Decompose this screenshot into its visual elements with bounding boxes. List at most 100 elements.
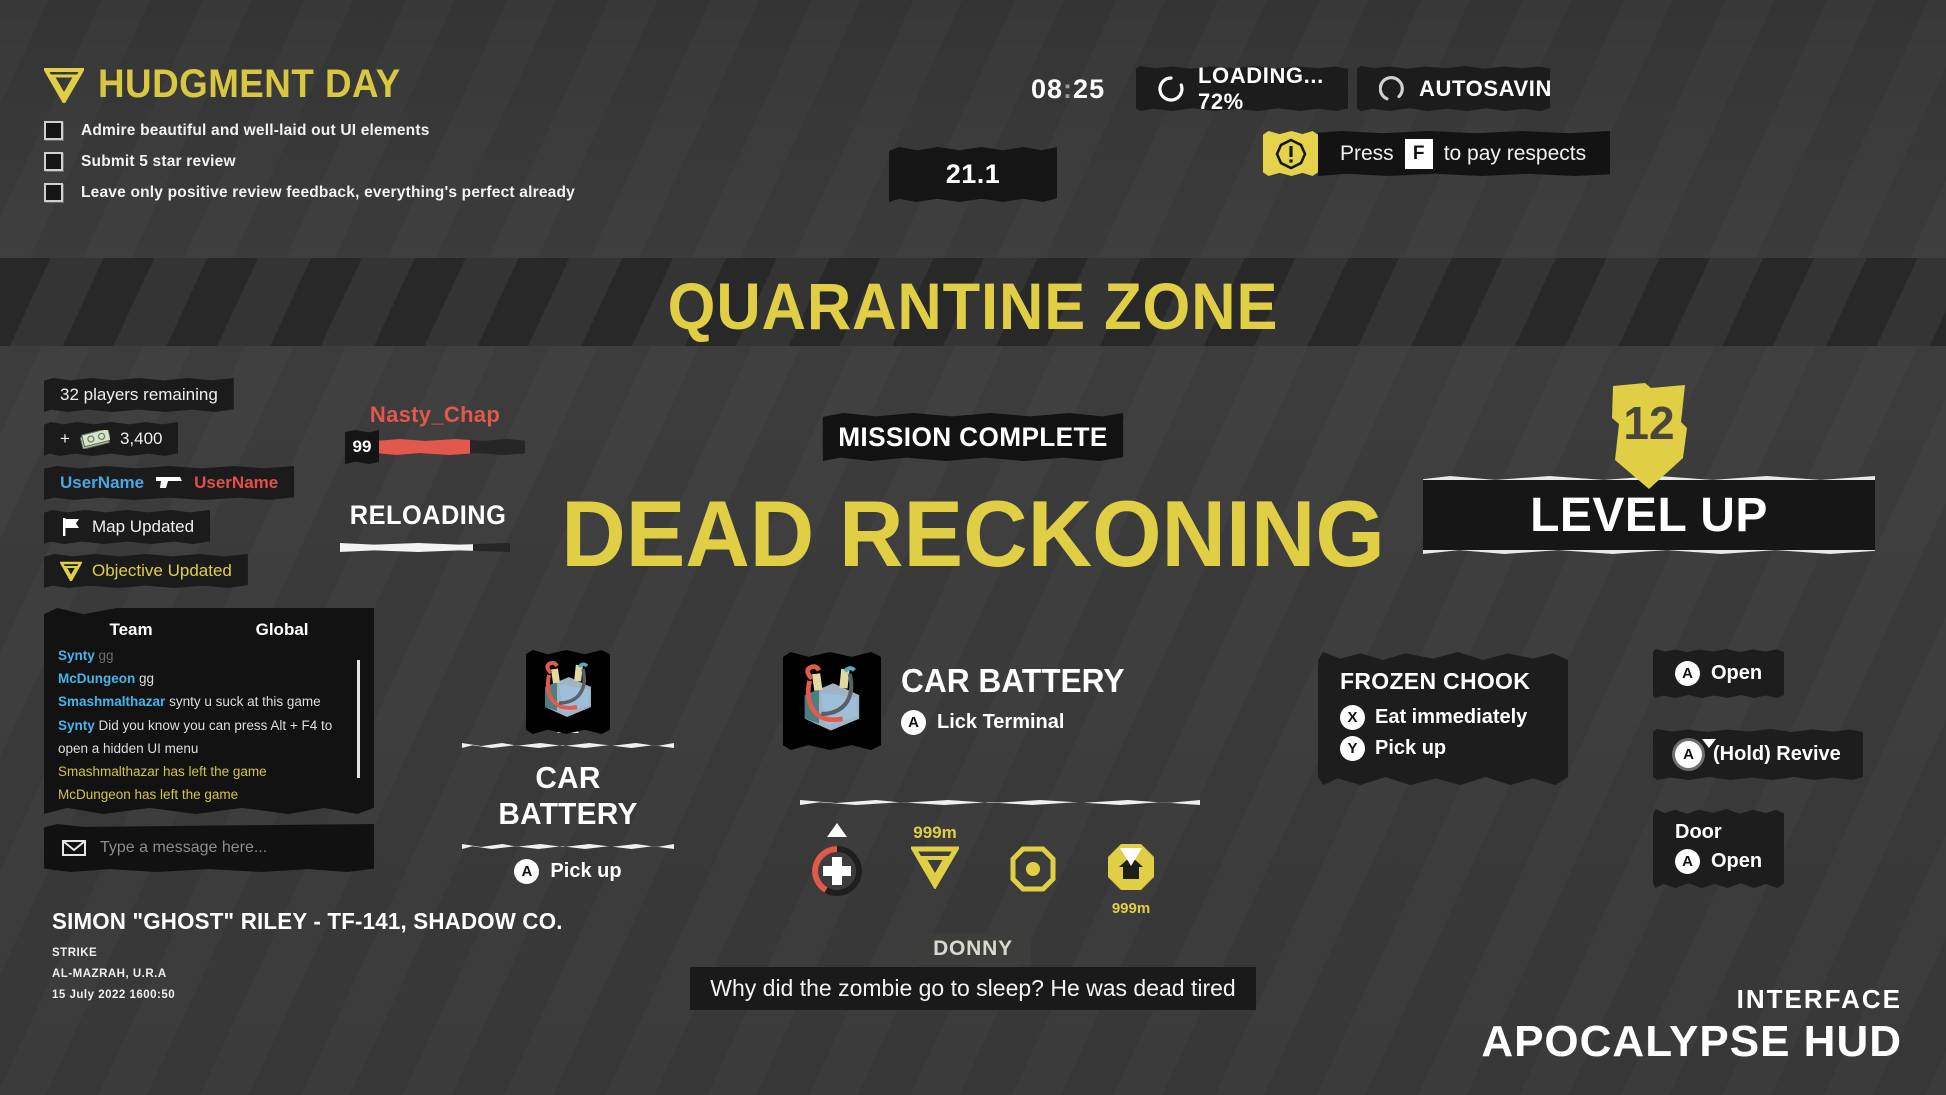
chat-message: Synty Did you know you can press Alt + F…: [58, 714, 360, 760]
divider-bottom: [462, 844, 674, 849]
warning-badge: [1263, 131, 1318, 176]
clock-separator: :: [1063, 74, 1074, 104]
divider-top: [462, 743, 674, 748]
gamepad-a-button-icon[interactable]: A: [1675, 661, 1700, 686]
interaction-text-block: CAR BATTERY A Lick Terminal: [901, 652, 1134, 735]
gamepad-a-button-icon[interactable]: A: [1675, 849, 1700, 874]
objective-item-label: Admire beautiful and well-laid out UI el…: [81, 121, 430, 139]
chat-panel: Team Global Synty gg McDungeon gg Smashm…: [44, 608, 374, 872]
chat-input[interactable]: Type a message here...: [44, 824, 374, 872]
objective-item[interactable]: Leave only positive review feedback, eve…: [44, 183, 664, 202]
gamepad-a-hold-button-icon[interactable]: A: [1675, 741, 1702, 768]
gamepad-a-button-icon[interactable]: A: [901, 710, 926, 735]
notification-currency: + 3,400: [44, 422, 179, 456]
marker-distance-label: 999m: [913, 823, 957, 842]
checkbox-unchecked-icon[interactable]: [44, 121, 63, 140]
enemy-name: Nasty_Chap: [369, 402, 501, 427]
chat-sender: Synty: [58, 648, 95, 663]
car-battery-icon: [783, 652, 881, 750]
chook-option-label: Eat immediately: [1375, 706, 1528, 728]
brand-line-1: INTERFACE: [1736, 984, 1902, 1014]
frozen-chook-prompt[interactable]: FROZEN CHOOK X Eat immediately Y Pick up: [1318, 652, 1568, 785]
subtitle-text: Why did the zombie go to sleep? He was d…: [690, 967, 1256, 1010]
car-battery-glyph: [804, 664, 860, 731]
gamepad-x-button-icon[interactable]: X: [1340, 705, 1365, 730]
prompt-open[interactable]: A Open: [1653, 649, 1785, 698]
loading-status-pill: LOADING... 72%: [1136, 66, 1348, 111]
tab-global[interactable]: Global: [256, 620, 309, 640]
enemy-health-fill: [379, 439, 470, 455]
envelope-icon: [62, 840, 86, 856]
interaction-prompt[interactable]: CAR BATTERY A Lick Terminal: [783, 652, 1203, 750]
compass-marker-home: 999m: [1102, 823, 1160, 917]
chat-sender: Synty: [58, 717, 95, 733]
car-battery-glyph: [545, 661, 591, 717]
subtitle-speaker: DONNY: [915, 933, 1031, 965]
marker-distance-label: 999m: [1111, 900, 1151, 917]
brand-line-2: APOCALYPSE HUD: [1481, 1017, 1902, 1066]
press-f-pre-label: Press: [1340, 141, 1394, 165]
press-f-prompt[interactable]: Press F to pay respects: [1263, 131, 1611, 176]
clock-hours: 08: [1031, 74, 1064, 104]
objective-item[interactable]: Admire beautiful and well-laid out UI el…: [44, 121, 664, 140]
mission-complete-badge: MISSION COMPLETE: [822, 413, 1124, 461]
prompt-revive[interactable]: A (Hold) Revive: [1653, 729, 1863, 780]
enemy-health-row: 99: [345, 430, 525, 464]
chook-option-pickup[interactable]: Y Pick up: [1340, 736, 1546, 761]
chook-title: FROZEN CHOOK: [1340, 668, 1531, 694]
notification-label: 32 players remaining: [60, 385, 218, 404]
chat-system-message: Smashmalthazar has left the game: [58, 764, 267, 780]
objective-title: HUDGMENT DAY: [98, 62, 401, 106]
chat-scrollbar[interactable]: [357, 660, 360, 778]
chat-box: Team Global Synty gg McDungeon gg Smashm…: [44, 608, 374, 814]
keycap-f[interactable]: F: [1404, 138, 1433, 169]
enemy-health-widget: Nasty_Chap 99: [345, 402, 525, 464]
objective-item-label: Submit 5 star review: [81, 152, 236, 170]
alert-exclamation-icon: [1275, 138, 1306, 169]
interaction-action-row[interactable]: A Lick Terminal: [901, 710, 1134, 735]
checkbox-unchecked-icon[interactable]: [44, 152, 63, 171]
chat-text: gg: [98, 648, 114, 663]
damage-number-chip: 21.1: [889, 147, 1057, 202]
gamepad-y-button-icon[interactable]: Y: [1340, 736, 1365, 761]
checkbox-unchecked-icon[interactable]: [44, 183, 63, 202]
compass-marker-objective: 999m: [906, 823, 964, 894]
compass-markers: 999m 999m: [800, 823, 1200, 917]
pickup-item-name: CAR BATTERY: [498, 760, 638, 831]
autosave-spinner-icon: [1379, 75, 1404, 100]
objective-item[interactable]: Submit 5 star review: [44, 152, 664, 171]
autosaving-status-label: AUTOSAVING...: [1419, 75, 1590, 101]
enemy-health-bar: [379, 439, 525, 455]
chat-tabs[interactable]: Team Global: [58, 618, 360, 644]
notification-players-remaining: 32 players remaining: [44, 378, 234, 412]
loot-octagon-icon: [1010, 846, 1056, 892]
chat-message: Smashmalthazar synty u suck at this game: [58, 690, 360, 713]
objective-triangle-icon: [44, 67, 84, 103]
prompt-open-label: Open: [1711, 662, 1763, 684]
chat-text: synty u suck at this game: [169, 694, 321, 710]
chook-option-eat[interactable]: X Eat immediately: [1340, 705, 1546, 730]
chat-messages: Synty gg McDungeon gg Smashmalthazar syn…: [58, 644, 360, 802]
cash-stack-icon: [79, 429, 110, 449]
objective-header: HUDGMENT DAY: [44, 62, 664, 107]
chat-text: gg: [139, 671, 155, 687]
item-pickup-card[interactable]: CAR BATTERY A Pick up: [462, 650, 674, 884]
compass-tick-line: [800, 800, 1200, 805]
brand-logo: INTERFACE APOCALYPSE HUD: [1481, 984, 1902, 1067]
hold-indicator-icon: [1702, 739, 1716, 748]
interaction-item-name: CAR BATTERY: [901, 662, 1125, 699]
tab-team[interactable]: Team: [109, 620, 152, 640]
car-battery-icon: [526, 650, 610, 734]
chat-sender: McDungeon: [58, 671, 136, 687]
chat-message: Synty gg: [58, 644, 360, 667]
chat-input-placeholder: Type a message here...: [100, 839, 268, 856]
objective-item-label: Leave only positive review feedback, eve…: [81, 183, 575, 201]
chat-message: McDungeon gg: [58, 667, 360, 690]
prompt-door[interactable]: Door A Open: [1653, 809, 1785, 888]
pickup-action-row[interactable]: A Pick up: [462, 859, 674, 884]
interaction-row: CAR BATTERY A Lick Terminal: [783, 652, 1203, 750]
compass-marker-loot: [1004, 823, 1062, 898]
gamepad-a-button-icon[interactable]: A: [514, 859, 540, 884]
prompt-door-label: Open: [1711, 850, 1763, 872]
compass-marker-health: [808, 823, 866, 904]
